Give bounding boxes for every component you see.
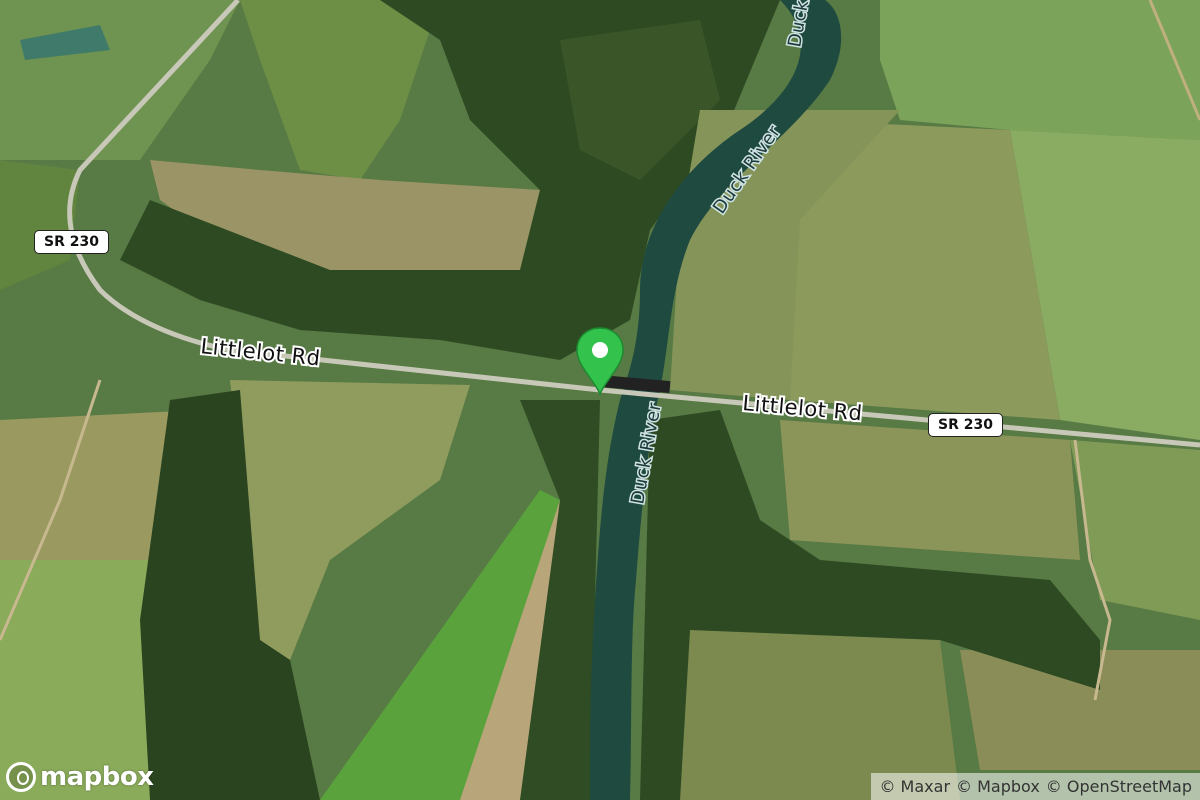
map-pin-icon[interactable] (575, 326, 625, 396)
mapbox-logo-icon (6, 762, 36, 792)
route-shield-sr230-east: SR 230 (928, 413, 1003, 437)
mapbox-wordmark: mapbox (40, 762, 154, 792)
attribution-maxar[interactable]: © Maxar (879, 777, 950, 796)
attribution-osm[interactable]: © OpenStreetMap (1046, 777, 1192, 796)
route-shield-sr230-west: SR 230 (34, 230, 109, 254)
attribution-mapbox[interactable]: © Mapbox (956, 777, 1040, 796)
map-canvas[interactable]: Littlelot Rd Littlelot Rd Duck River Duc… (0, 0, 1200, 800)
attribution-bar: © Maxar © Mapbox © OpenStreetMap (871, 773, 1200, 800)
satellite-imagery: Littlelot Rd Littlelot Rd Duck River Duc… (0, 0, 1200, 800)
mapbox-logo[interactable]: mapbox (6, 762, 154, 792)
